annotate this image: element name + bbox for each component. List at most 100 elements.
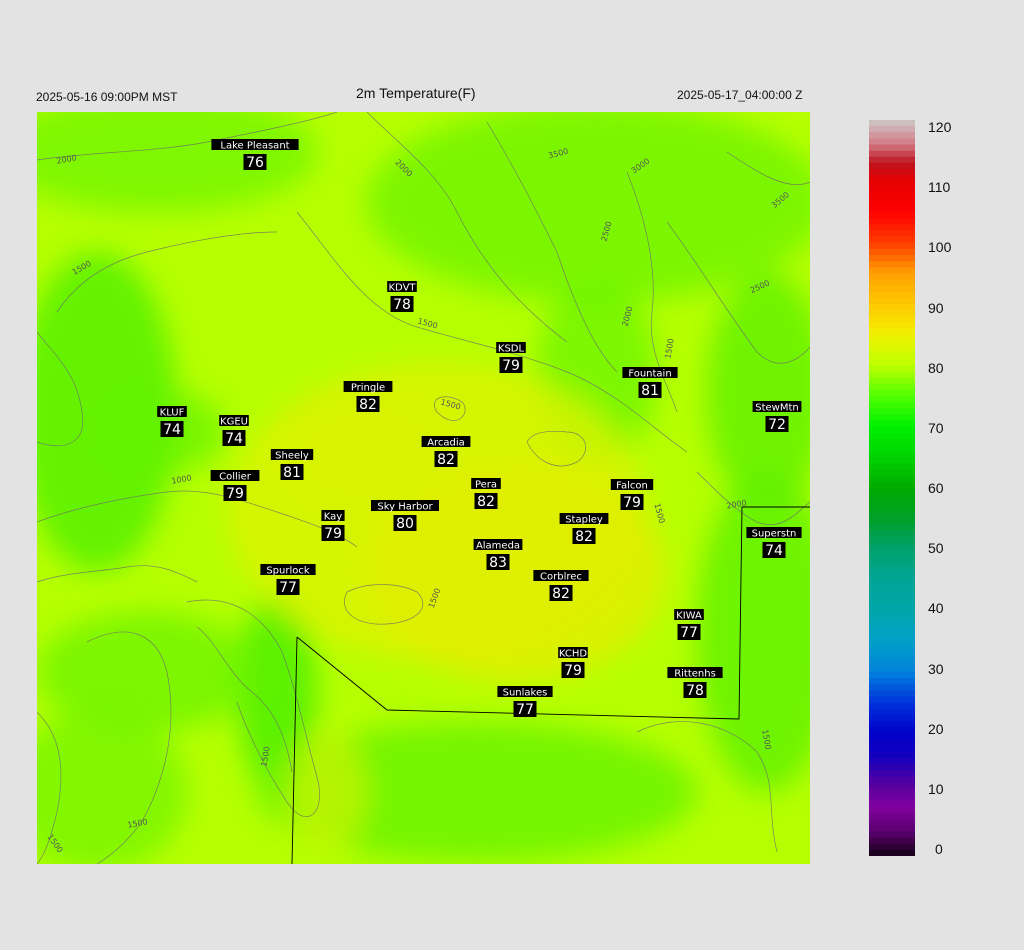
colorbar-step — [869, 475, 915, 483]
colorbar-tick-label: 80 — [928, 359, 944, 376]
colorbar-step — [869, 757, 915, 765]
colorbar-step — [869, 684, 915, 691]
colorbar-step — [869, 353, 915, 360]
colorbar-tick-label: 30 — [928, 660, 944, 677]
colorbar-step — [869, 340, 915, 348]
station-temperature: 77 — [279, 580, 297, 596]
colorbar-step — [869, 506, 915, 514]
station-name: KLUF — [160, 408, 185, 419]
station-name: Alameda — [476, 541, 520, 552]
colorbar-step — [869, 402, 915, 409]
colorbar-step — [869, 138, 915, 146]
colorbar-step — [869, 592, 915, 599]
colorbar-step — [869, 641, 915, 649]
valid-time-utc: 2025-05-17_04:00:00 Z — [677, 88, 803, 102]
colorbar-step — [869, 156, 915, 164]
colorbar-step — [869, 218, 915, 225]
colorbar-step — [869, 825, 915, 833]
colorbar-step — [869, 512, 915, 520]
station-temperature: 74 — [765, 543, 783, 559]
colorbar-step — [869, 224, 915, 231]
station-kchd: KCHD 79 — [558, 647, 588, 679]
station-name: Sheely — [275, 451, 309, 462]
station-name: Fountain — [628, 369, 671, 380]
colorbar-step — [869, 696, 915, 704]
colorbar-step — [869, 236, 915, 244]
colorbar-step — [869, 659, 915, 667]
colorbar-tick-label: 70 — [928, 419, 944, 436]
station-temperature: 81 — [283, 465, 301, 481]
station-kdvt: KDVT 78 — [387, 281, 417, 313]
colorbar-step — [869, 463, 915, 471]
station-temperature: 74 — [225, 431, 243, 447]
colorbar-step — [869, 831, 915, 839]
station-temperature: 79 — [502, 358, 520, 374]
colorbar-step — [869, 813, 915, 820]
colorbar-step — [869, 543, 915, 550]
colorbar-step — [869, 310, 915, 317]
colorbar-tick-label: 100 — [928, 239, 952, 256]
colorbar-tick-label: 90 — [928, 299, 944, 316]
colorbar-step — [869, 721, 915, 728]
colorbar-step — [869, 279, 915, 287]
colorbar-step — [869, 162, 915, 170]
station-temperature: 82 — [552, 586, 570, 602]
station-temperature: 78 — [686, 683, 704, 699]
colorbar-step — [869, 438, 915, 446]
station-temperature: 77 — [680, 625, 698, 641]
colorbar-step — [869, 586, 915, 593]
station-kiwa: KIWA 77 — [674, 609, 704, 641]
station-temperature: 79 — [564, 663, 582, 679]
station-name: Pera — [475, 480, 497, 491]
station-pera: Pera 82 — [471, 478, 501, 510]
colorbar-step — [869, 328, 915, 336]
colorbar-step — [869, 426, 915, 434]
colorbar-step — [869, 371, 915, 379]
colorbar-step — [869, 714, 915, 722]
colorbar-step — [869, 230, 915, 238]
station-name: Stapley — [565, 515, 603, 526]
station-name: Sky Harbor — [377, 502, 433, 513]
colorbar-step — [869, 187, 915, 195]
station-name: KIWA — [676, 611, 702, 622]
colorbar-step — [869, 806, 915, 814]
colorbar-step — [869, 126, 915, 133]
colorbar-step — [869, 494, 915, 501]
station-temperature: 76 — [246, 155, 264, 171]
colorbar-step — [869, 420, 915, 428]
colorbar-step — [869, 549, 915, 557]
station-temperature: 80 — [396, 516, 414, 532]
colorbar-step — [869, 690, 915, 698]
colorbar-step — [869, 389, 915, 397]
colorbar-tick-label: 40 — [928, 600, 944, 617]
station-temperature: 82 — [437, 452, 455, 468]
colorbar-step — [869, 457, 915, 465]
temperature-field — [37, 112, 810, 864]
colorbar-step — [869, 169, 915, 176]
colorbar-step — [869, 622, 915, 630]
station-temperature: 82 — [575, 529, 593, 545]
station-temperature: 78 — [393, 297, 411, 313]
colorbar-step — [869, 383, 915, 391]
colorbar-step — [869, 291, 915, 299]
station-temperature: 79 — [324, 526, 342, 542]
colorbar-step — [869, 518, 915, 526]
colorbar-step — [869, 193, 915, 201]
station-temperature: 82 — [477, 494, 495, 510]
colorbar-step — [869, 432, 915, 440]
colorbar-step — [869, 322, 915, 330]
temperature-colorbar — [869, 120, 915, 857]
station-ksdl: KSDL 79 — [496, 342, 526, 374]
colorbar-step — [869, 273, 915, 281]
colorbar-tick-label: 20 — [928, 720, 944, 737]
colorbar-step — [869, 359, 915, 366]
colorbar-step — [869, 567, 915, 575]
colorbar-step — [869, 199, 915, 207]
colorbar-step — [869, 396, 915, 403]
station-kluf: KLUF 74 — [157, 406, 187, 438]
colorbar-step — [869, 408, 915, 415]
colorbar-step — [869, 316, 915, 323]
station-name: Spurlock — [266, 566, 310, 577]
colorbar-tick-label: 0 — [935, 841, 943, 857]
colorbar-step — [869, 739, 915, 747]
